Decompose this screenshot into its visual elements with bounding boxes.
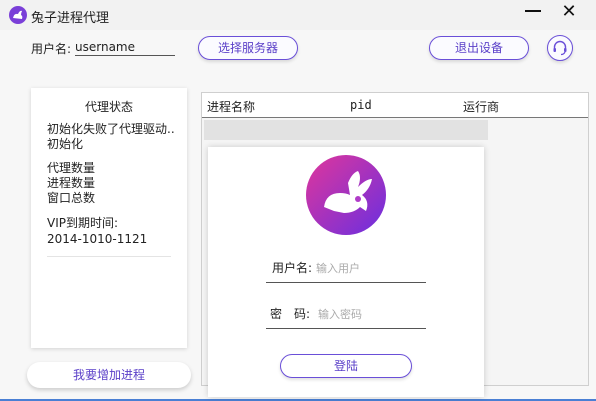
proxy-status-panel: 代理状态 初始化失败了代理驱动.. 初始化 代理数量 进程数量 窗口总数 VIP…: [31, 88, 187, 348]
username-underline: [266, 282, 426, 283]
select-server-button[interactable]: 选择服务器: [198, 36, 298, 60]
process-count-label: 进程数量: [47, 176, 96, 190]
close-button[interactable]: ✕: [553, 0, 585, 26]
add-process-button[interactable]: 我要增加进程: [27, 362, 191, 388]
support-button[interactable]: [547, 35, 573, 61]
close-icon: ✕: [561, 1, 577, 22]
status-state: 初始化: [47, 137, 84, 151]
window-total-label: 窗口总数: [47, 191, 96, 205]
window-title: 兔子进程代理: [31, 11, 110, 26]
minimize-button[interactable]: [516, 0, 550, 26]
vip-expiry-label: VIP到期时间:: [47, 216, 119, 230]
login-username-label: 用户名:: [272, 261, 313, 275]
login-password-label: 密 码:: [270, 307, 311, 321]
column-header-operator[interactable]: 运行商: [463, 98, 499, 115]
app-window: 兔子进程代理 ✕ 用户名: username 选择服务器 退出设备 代理状态 初…: [0, 0, 596, 401]
login-username-input[interactable]: 输入用户: [316, 260, 360, 276]
minimize-icon: [525, 10, 541, 12]
rabbit-icon: [9, 6, 27, 24]
divider: [47, 256, 171, 257]
column-header-process-name[interactable]: 进程名称: [207, 98, 255, 115]
login-dialog: 用户名: 输入用户 密 码: 输入密码 登陆: [208, 147, 484, 397]
status-title: 代理状态: [84, 100, 133, 114]
column-header-pid[interactable]: pid: [350, 98, 372, 112]
table-header: 进程名称 pid 运行商: [202, 93, 588, 118]
headset-icon: [553, 40, 567, 56]
status-message: 初始化失败了代理驱动..: [47, 122, 175, 136]
username-display: username: [75, 40, 175, 56]
login-password-input[interactable]: 输入密码: [318, 306, 362, 322]
proxy-count-label: 代理数量: [47, 161, 96, 175]
logout-device-button[interactable]: 退出设备: [429, 36, 529, 60]
vip-expiry-value: 2014-1010-1121: [47, 232, 148, 246]
login-button[interactable]: 登陆: [280, 354, 412, 378]
title-bar: 兔子进程代理 ✕: [0, 0, 596, 30]
table-row[interactable]: [204, 120, 488, 140]
username-label: 用户名:: [31, 42, 72, 56]
rabbit-logo-icon: [306, 155, 386, 235]
password-underline: [266, 328, 426, 329]
